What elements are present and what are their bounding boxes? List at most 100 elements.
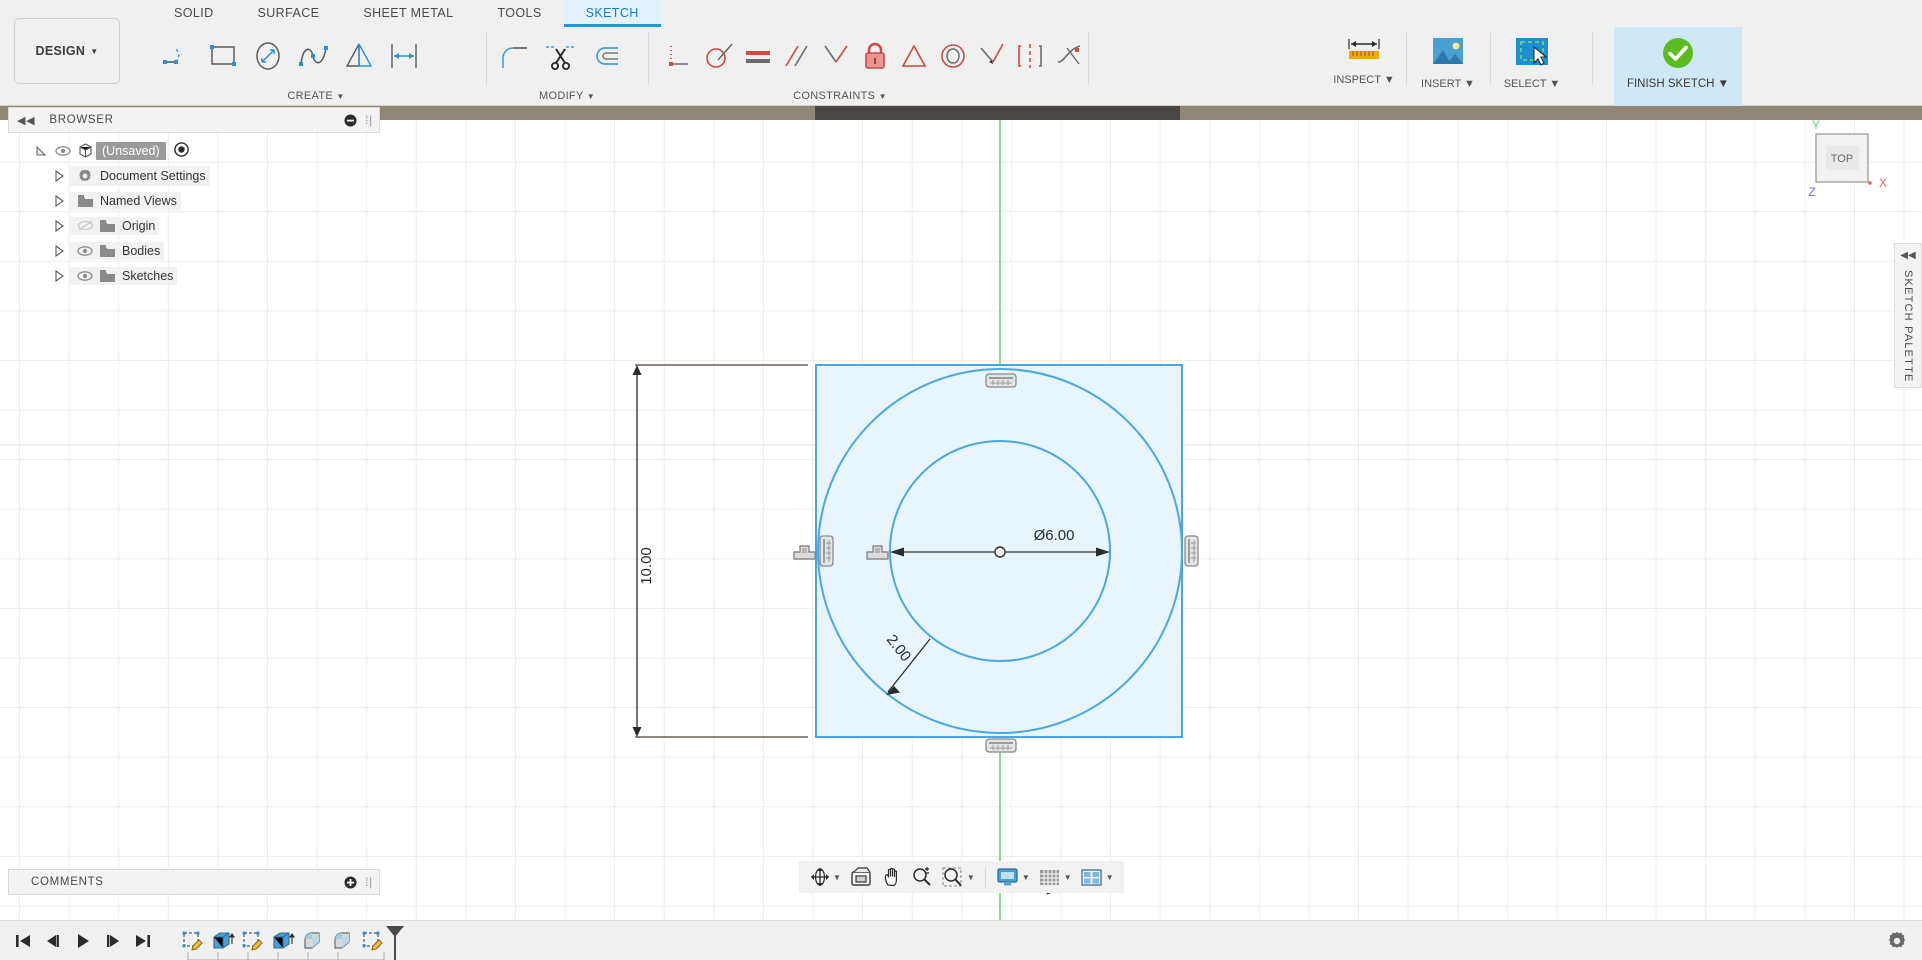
diameter-dimension-text: Ø6.00 <box>1034 527 1075 544</box>
step-back-button[interactable] <box>38 926 68 956</box>
expand-triangle-icon[interactable] <box>30 145 52 157</box>
tab-sketch[interactable]: SKETCH <box>563 0 661 27</box>
tab-solid[interactable]: SOLID <box>152 0 236 27</box>
panel-resize-handle[interactable]: ⁞| <box>365 875 373 889</box>
eye-hidden-icon[interactable] <box>74 219 96 232</box>
collinear-constraint[interactable] <box>973 31 1012 81</box>
go-to-end-button[interactable] <box>128 926 158 956</box>
chevron-down-icon[interactable]: ▼ <box>833 873 841 882</box>
circle-tool[interactable] <box>246 31 291 81</box>
collapse-left-icon[interactable]: ◀◀ <box>17 114 35 127</box>
finish-sketch-button[interactable]: FINISH SKETCH ▼ <box>1614 27 1742 106</box>
constraints-panel-label[interactable]: CONSTRAINTS ▼ <box>700 90 980 102</box>
minus-circle-icon[interactable] <box>344 114 357 127</box>
midpoint-glyph-left <box>819 535 834 567</box>
curvature-constraint[interactable] <box>1051 31 1090 81</box>
expand-triangle-icon[interactable] <box>48 244 70 257</box>
look-at-tool[interactable] <box>845 862 877 892</box>
green-check-icon <box>1663 38 1693 68</box>
viewport-layout[interactable]: ▼ <box>1076 862 1118 892</box>
zoom-window-tool[interactable]: ▼ <box>937 862 979 892</box>
height-dimension-text: 10.00 <box>638 547 655 585</box>
perpendicular-constraint[interactable] <box>699 31 738 81</box>
gear-icon[interactable] <box>1886 930 1908 952</box>
tree-item-bodies[interactable]: Bodies <box>8 238 380 263</box>
panel-resize-handle[interactable]: ⁞| <box>365 113 373 127</box>
tree-item-sketches[interactable]: Sketches <box>8 263 380 288</box>
expand-triangle-icon[interactable] <box>48 169 70 182</box>
collapse-right-icon[interactable]: ◀◀ <box>1900 250 1915 261</box>
viewcube-face-label: TOP <box>1831 153 1853 165</box>
selection-cursor-icon <box>1516 38 1548 66</box>
tab-tools[interactable]: TOOLS <box>475 0 563 27</box>
eye-visible-icon[interactable] <box>74 270 96 282</box>
expand-triangle-icon[interactable] <box>48 194 70 207</box>
inspect-menu[interactable]: INSPECT ▼ <box>1330 27 1398 106</box>
tab-sheet-metal[interactable]: SHEET METAL <box>341 0 475 27</box>
rectangle-tool[interactable] <box>201 31 246 81</box>
chevron-down-icon[interactable]: ▼ <box>1064 873 1072 882</box>
design-workspace-label: DESIGN <box>35 44 86 58</box>
chevron-down-icon[interactable]: ▼ <box>967 873 975 882</box>
trim-tool[interactable] <box>537 31 582 81</box>
tree-item-origin[interactable]: Origin <box>8 213 380 238</box>
modify-panel-label[interactable]: MODIFY ▼ <box>492 90 642 102</box>
go-to-beginning-button[interactable] <box>8 926 38 956</box>
browser-header[interactable]: ◀◀ BROWSER ⁞| <box>8 107 380 133</box>
inspect-label: INSPECT ▼ <box>1333 74 1395 86</box>
tree-item-label: Document Settings <box>100 168 206 183</box>
tree-item-document-settings[interactable]: Document Settings <box>8 163 380 188</box>
parallel-constraint[interactable] <box>777 31 816 81</box>
mirror-tool[interactable] <box>336 31 381 81</box>
orbit-icon <box>811 868 829 886</box>
look-at-icon <box>851 867 871 886</box>
horizontal-vertical-constraint[interactable] <box>660 31 699 81</box>
chevron-down-icon[interactable]: ▼ <box>1106 873 1114 882</box>
midpoint-glyph-top <box>985 373 1017 388</box>
expand-triangle-icon[interactable] <box>48 219 70 232</box>
zoom-tool[interactable] <box>907 862 937 892</box>
browser-title: BROWSER <box>49 114 114 126</box>
equal-constraint[interactable] <box>738 31 777 81</box>
plus-circle-icon[interactable] <box>344 876 357 889</box>
activate-component-radio[interactable] <box>173 141 189 160</box>
line-tool[interactable] <box>156 31 201 81</box>
eye-visible-icon[interactable] <box>52 145 74 157</box>
sketch-palette-label: SKETCH PALETTE <box>1902 270 1914 383</box>
eye-visible-icon[interactable] <box>74 245 96 257</box>
create-panel-label[interactable]: CREATE ▼ <box>156 90 476 102</box>
zoom-window-icon <box>942 867 962 887</box>
symmetry-constraint[interactable] <box>1012 31 1051 81</box>
spline-tool[interactable] <box>291 31 336 81</box>
expand-triangle-icon[interactable] <box>48 269 70 282</box>
sketch-palette-tab[interactable]: ◀◀ SKETCH PALETTE <box>1894 243 1922 388</box>
pan-tool[interactable] <box>877 862 907 892</box>
tree-item-label: Origin <box>122 218 156 233</box>
step-forward-button[interactable] <box>98 926 128 956</box>
view-cube[interactable]: TOP Y Z X <box>1784 116 1904 216</box>
grid-snaps[interactable]: ▼ <box>1034 862 1076 892</box>
fillet-feature-icon <box>334 931 350 949</box>
fix-unfix-constraint[interactable] <box>855 31 894 81</box>
tangent-constraint[interactable] <box>816 31 855 81</box>
tree-item-unsaved[interactable]: (Unsaved) <box>8 138 380 163</box>
offset-tool[interactable] <box>582 31 627 81</box>
tab-surface[interactable]: SURFACE <box>236 0 342 27</box>
play-button[interactable] <box>68 926 98 956</box>
orbit-tool[interactable]: ▼ <box>805 862 845 892</box>
modify-panel: MODIFY ▼ <box>492 27 642 106</box>
grid-icon <box>1039 870 1059 885</box>
display-settings[interactable]: ▼ <box>992 862 1034 892</box>
concentric-constraint[interactable] <box>934 31 973 81</box>
design-workspace-button[interactable]: DESIGN ▼ <box>14 18 120 84</box>
sketch-dimension-tool[interactable] <box>381 31 426 81</box>
folder-icon <box>96 219 118 233</box>
select-menu[interactable]: SELECT ▼ <box>1498 27 1566 106</box>
midpoint-constraint[interactable] <box>895 31 934 81</box>
comments-panel[interactable]: COMMENTS ⁞| <box>8 869 380 895</box>
tree-item-named-views[interactable]: Named Views <box>8 188 380 213</box>
insert-menu[interactable]: INSERT ▼ <box>1414 27 1482 106</box>
chevron-down-icon[interactable]: ▼ <box>1022 873 1030 882</box>
tree-item-label: (Unsaved) <box>96 141 166 160</box>
fillet-tool[interactable] <box>492 31 537 81</box>
